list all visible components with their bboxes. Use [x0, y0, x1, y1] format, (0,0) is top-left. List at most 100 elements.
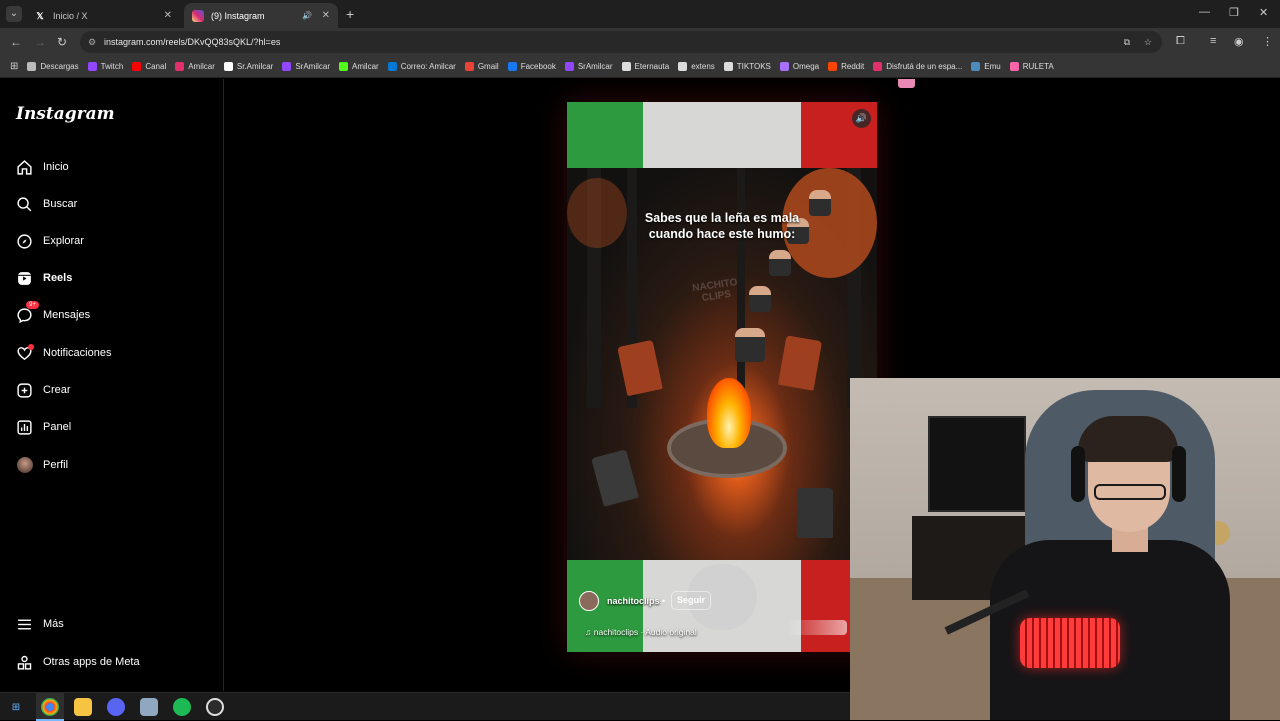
reload-icon[interactable]: ↻	[57, 35, 67, 49]
bookmark-item[interactable]: Correo: Amilcar	[387, 62, 456, 71]
italian-flag-top	[567, 102, 877, 168]
bookmark-item[interactable]: Eternauta	[621, 62, 669, 71]
reel-info-bar: nachitoclips • Seguir ♫ nachitoclips · A…	[567, 560, 877, 652]
instagram-icon	[873, 62, 883, 71]
bookmark-item[interactable]: Facebook	[507, 62, 556, 71]
obs-icon[interactable]	[206, 698, 224, 716]
author-username[interactable]: nachitoclips	[607, 596, 660, 606]
bookmark-item[interactable]: Descargas	[27, 62, 79, 71]
home-icon	[16, 159, 33, 176]
extensions-icon[interactable]: ⧠	[1176, 35, 1185, 48]
discord-icon[interactable]	[107, 698, 125, 716]
reel-caption: Sabes que la leña es mala cuando hace es…	[644, 211, 800, 241]
windows-start-icon[interactable]: ⊞	[7, 698, 25, 716]
nav-explorar[interactable]: Explorar	[16, 231, 84, 251]
windows-taskbar: ⊞	[0, 692, 850, 721]
bookmark-item[interactable]: Omega	[779, 62, 819, 71]
speaker-icon[interactable]: 🔊	[302, 11, 312, 20]
bookmark-item[interactable]: Gmail	[464, 62, 499, 71]
nav-notificaciones[interactable]: Notificaciones	[16, 343, 111, 363]
nav-inicio[interactable]: Inicio	[16, 157, 69, 177]
nav-mas[interactable]: Más	[16, 614, 64, 634]
apps-grid-icon[interactable]: ⊞	[10, 61, 18, 72]
messenger-icon: 9+	[16, 300, 39, 324]
reel-video[interactable]: Sabes que la leña es mala cuando hace es…	[567, 102, 877, 652]
browser-toolbar: ← → ↻ ⚙ instagram.com/reels/DKvQQ83sQKL/…	[0, 28, 1280, 56]
nav-mensajes[interactable]: 9+ Mensajes	[16, 300, 90, 325]
site-info-icon[interactable]: ⚙	[88, 31, 96, 53]
story-ring-fragment	[898, 79, 915, 88]
menu-icon	[16, 616, 33, 633]
nav-panel[interactable]: Panel	[16, 417, 71, 437]
bookmark-item[interactable]: Emu	[971, 62, 1001, 71]
new-tab-button[interactable]: +	[346, 6, 354, 22]
bookmark-item[interactable]: Sr.Amilcar	[223, 62, 273, 71]
chrome-icon[interactable]	[41, 698, 59, 716]
profile-avatar-icon[interactable]: ◉	[1234, 35, 1244, 48]
nav-buscar[interactable]: Buscar	[16, 194, 77, 214]
instagram-icon	[192, 9, 204, 22]
twitch-icon	[564, 62, 574, 71]
address-bar[interactable]: ⚙ instagram.com/reels/DKvQQ83sQKL/?hl=es…	[80, 31, 1162, 53]
bar-chart-icon	[16, 419, 33, 436]
x-logo-icon	[223, 62, 233, 71]
bookmark-item[interactable]: Reddit	[828, 62, 864, 71]
roulette-icon	[1009, 62, 1019, 71]
game-launcher-icon[interactable]	[140, 698, 158, 716]
install-app-icon[interactable]: ⧉	[1124, 31, 1130, 53]
gmail-icon	[464, 62, 474, 71]
audio-info[interactable]: ♫ nachitoclips · Audio original	[585, 627, 697, 637]
back-icon[interactable]: ←	[10, 35, 22, 49]
bookmark-item[interactable]: Disfrutá de un espa...	[873, 62, 962, 71]
close-tab-icon[interactable]: ✕	[322, 10, 330, 21]
instagram-sidebar: Instagram Inicio Buscar Explorar Reels 9…	[0, 79, 224, 691]
tab-instagram[interactable]: (9) Instagram 🔊 ✕	[184, 3, 338, 28]
tab-strip: ⌄ 𝕏 Inicio / X ✕ (9) Instagram 🔊 ✕ + — ❐…	[0, 0, 1280, 28]
chrome-menu-icon[interactable]: ⋮	[1262, 35, 1273, 48]
bookmark-item[interactable]: Amilcar	[339, 62, 379, 71]
forward-icon[interactable]: →	[34, 35, 46, 49]
bookmark-item[interactable]: Twitch	[87, 62, 123, 71]
bookmark-star-icon[interactable]: ☆	[1144, 31, 1152, 53]
tab-search-button[interactable]: ⌄	[6, 6, 22, 22]
instagram-logo[interactable]: Instagram	[16, 104, 115, 124]
url-text: instagram.com/reels/DKvQQ83sQKL/?hl=es	[104, 37, 281, 47]
bookmarks-bar: ⊞ Descargas Twitch Canal Amilcar Sr.Amil…	[0, 56, 1280, 78]
restore-icon[interactable]: ❐	[1229, 6, 1239, 19]
spotify-icon[interactable]	[173, 698, 191, 716]
bookmark-item[interactable]: RULETA	[1009, 62, 1054, 71]
speaker-icon[interactable]: 🔊	[852, 109, 871, 128]
bookmark-item[interactable]: SrAmilcar	[282, 62, 330, 71]
bookmark-item[interactable]: SrAmilcar	[564, 62, 613, 71]
folder-icon	[723, 62, 733, 71]
microphone	[1020, 618, 1120, 668]
nav-crear[interactable]: Crear	[16, 380, 71, 400]
nav-perfil[interactable]: Perfil	[16, 455, 68, 475]
bookmark-item[interactable]: Canal	[132, 62, 166, 71]
audio-thumbnail[interactable]	[789, 620, 847, 635]
tab-x[interactable]: 𝕏 Inicio / X ✕	[26, 3, 180, 28]
follow-button[interactable]: Seguir	[671, 591, 712, 610]
folder-icon	[678, 62, 688, 71]
minimize-icon[interactable]: —	[1199, 6, 1210, 18]
meta-apps-icon	[16, 654, 33, 671]
notification-dot	[28, 343, 34, 350]
avatar-icon	[16, 457, 33, 474]
nav-otras-apps[interactable]: Otras apps de Meta	[16, 652, 140, 672]
x-logo-icon: 𝕏	[36, 10, 44, 21]
nav-reels[interactable]: Reels	[16, 268, 72, 288]
fire	[707, 378, 751, 448]
file-explorer-icon[interactable]	[74, 698, 92, 716]
close-tab-icon[interactable]: ✕	[164, 10, 172, 21]
media-controls-icon[interactable]: ≡	[1210, 35, 1216, 47]
tv-background	[928, 416, 1026, 512]
omega-icon	[779, 62, 789, 71]
bookmark-item[interactable]: Amilcar	[175, 62, 215, 71]
close-window-icon[interactable]: ✕	[1259, 6, 1268, 19]
twitch-icon	[87, 62, 97, 71]
bookmark-item[interactable]: extens	[678, 62, 715, 71]
search-icon	[16, 196, 33, 213]
bookmark-item[interactable]: TIKTOKS	[723, 62, 771, 71]
author-avatar[interactable]	[579, 591, 599, 611]
folder-icon	[621, 62, 631, 71]
